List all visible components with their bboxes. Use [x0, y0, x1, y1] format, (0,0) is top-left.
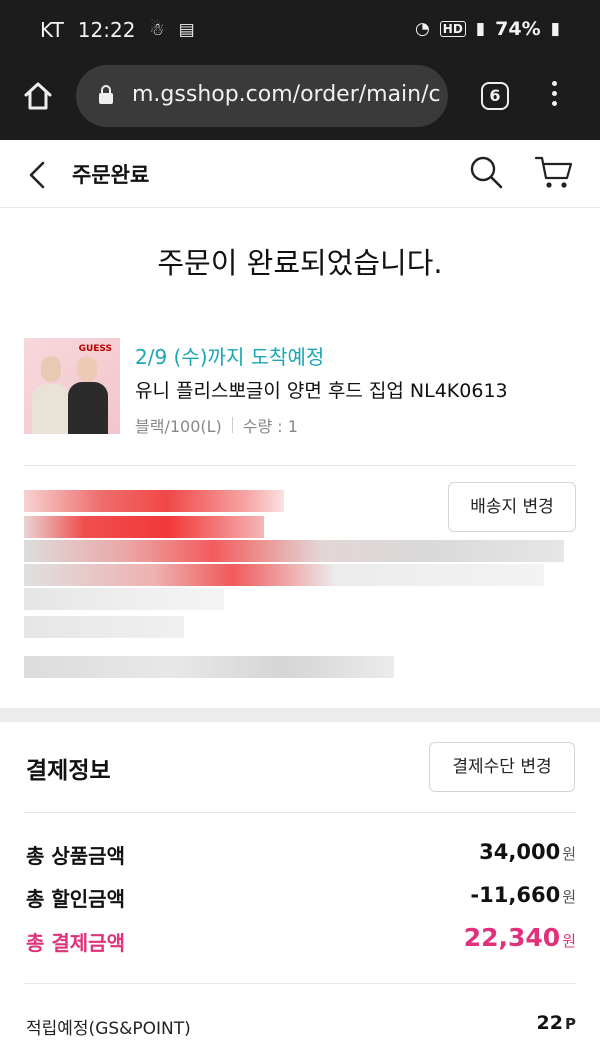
status-bar: KT 12:22 ☃ ▤ ◔ HD ▮ 74% ▮: [0, 0, 600, 62]
product-quantity: 수량 : 1: [242, 417, 298, 436]
tab-switcher-button[interactable]: 6: [481, 82, 509, 110]
hd-badge: HD: [439, 21, 466, 37]
page-title: 주문완료: [72, 163, 150, 187]
section-divider: [0, 708, 600, 722]
image-search-icon: ▤: [178, 20, 195, 40]
divider: [24, 983, 576, 984]
overflow-menu-icon[interactable]: [548, 78, 560, 114]
total-product-amount-label: 총 상품금액: [26, 844, 125, 868]
back-arrow-icon[interactable]: [26, 160, 48, 190]
wifi-icon: ◔: [414, 19, 430, 39]
change-shipping-address-button[interactable]: 배송지 변경: [448, 482, 576, 532]
points-value: 22 P: [536, 1012, 576, 1034]
points-label: 적립예정(GS&POINT): [26, 1019, 191, 1039]
address-bar[interactable]: m.gsshop.com/order/main/c: [76, 65, 448, 127]
total-payment-label: 총 결제금액: [26, 931, 125, 955]
url-text: m.gsshop.com/order/main/c: [132, 82, 441, 107]
clock: 12:22: [77, 18, 136, 42]
delivery-estimate: 2/9 (수)까지 도착예정: [135, 345, 325, 369]
battery-icon: ▮: [550, 19, 560, 39]
payment-info-title: 결제정보: [26, 758, 111, 784]
home-icon[interactable]: [22, 80, 54, 112]
total-product-amount-value: 34,000 원: [479, 840, 576, 864]
divider: [24, 812, 576, 813]
lock-icon: [99, 85, 113, 104]
browser-toolbar: m.gsshop.com/order/main/c 6: [0, 62, 600, 140]
page-header: 주문완료: [0, 140, 600, 208]
carrier-label: KT: [40, 18, 64, 42]
cart-icon[interactable]: [534, 154, 574, 190]
total-discount-label: 총 할인금액: [26, 887, 125, 911]
brand-logo: GUESS: [78, 344, 112, 354]
total-discount-value: -11,660 원: [470, 883, 576, 907]
divider: [24, 465, 576, 466]
change-payment-method-button[interactable]: 결제수단 변경: [429, 742, 575, 792]
total-payment-value: 22,340 원: [463, 923, 576, 952]
order-complete-heading: 주문이 완료되었습니다.: [157, 246, 443, 280]
product-option: 블랙/100(L): [135, 417, 222, 436]
product-name[interactable]: 유니 플리스뽀글이 양면 후드 집업 NL4K0613: [135, 376, 508, 403]
battery-percent: 74%: [495, 18, 541, 40]
product-thumbnail[interactable]: GUESS: [24, 338, 120, 434]
product-options: 블랙/100(L) 수량 : 1: [135, 413, 298, 437]
signal-icon: ▮: [475, 19, 486, 39]
notification-icon: ☃: [149, 20, 165, 40]
search-icon[interactable]: [468, 154, 504, 190]
